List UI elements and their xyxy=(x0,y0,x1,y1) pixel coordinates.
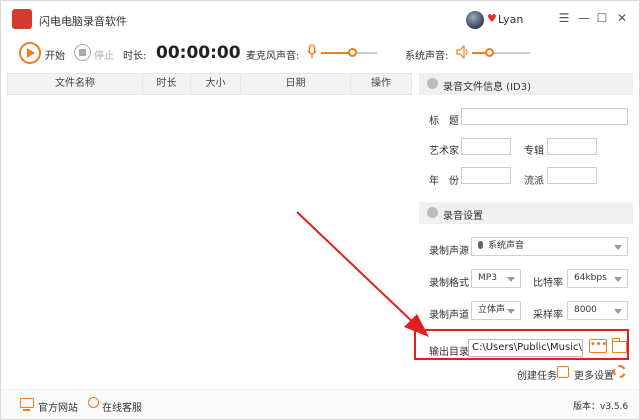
column-duration[interactable]: 时长 xyxy=(143,74,191,94)
gear-icon[interactable] xyxy=(613,365,626,378)
settings-section-header: 录音设置 xyxy=(419,202,633,224)
browse-button[interactable]: ••• xyxy=(589,339,607,353)
format-select[interactable]: MP3 xyxy=(471,269,521,288)
output-path-input[interactable]: C:\Users\Public\Music\闪电 xyxy=(468,339,583,357)
file-table-header: 文件名称 时长 大小 日期 操作 xyxy=(7,73,412,95)
settings-gear-icon xyxy=(427,207,438,218)
artist-input[interactable] xyxy=(461,138,511,155)
bitrate-label: 比特率 xyxy=(533,278,563,289)
chevron-down-icon xyxy=(614,309,622,314)
app-logo-icon xyxy=(12,9,32,29)
format-value: MP3 xyxy=(478,273,497,283)
close-button[interactable]: ✕ xyxy=(615,11,629,25)
heart-icon: ♥ xyxy=(487,12,497,25)
samplerate-label: 采样率 xyxy=(533,310,563,321)
source-value: 系统声音 xyxy=(488,241,525,251)
toolbar: 开始 停止 时长: 00:00:00 麦克风声音: 系统声音: xyxy=(1,37,639,71)
channel-value: 立体声 xyxy=(478,305,506,315)
minimize-button[interactable]: — xyxy=(577,11,591,25)
support-link[interactable]: 在线客服 xyxy=(102,399,142,414)
bitrate-select[interactable]: 64kbps xyxy=(567,269,628,288)
artist-label: 艺术家 xyxy=(429,146,459,157)
system-volume-slider-track[interactable] xyxy=(489,52,530,54)
start-button[interactable]: 开始 xyxy=(45,47,65,62)
chevron-down-icon xyxy=(507,309,515,314)
menu-icon[interactable]: ☰ xyxy=(557,11,571,25)
stop-icon[interactable] xyxy=(74,44,91,61)
samplerate-value: 8000 xyxy=(574,305,597,315)
microphone-icon xyxy=(478,241,483,249)
website-link[interactable]: 官方网站 xyxy=(38,399,78,414)
album-label: 专辑 xyxy=(524,146,544,157)
version-label: 版本：v3.5.6 xyxy=(573,402,629,412)
maximize-button[interactable]: ☐ xyxy=(595,11,609,25)
system-volume-slider-handle[interactable] xyxy=(485,48,494,57)
create-task-button[interactable]: 创建任务 xyxy=(517,367,557,382)
source-label: 录制声源 xyxy=(429,246,469,257)
more-settings-button[interactable]: 更多设置 xyxy=(574,367,614,382)
title-input[interactable] xyxy=(461,108,628,125)
stop-button[interactable]: 停止 xyxy=(94,47,114,62)
channel-select[interactable]: 立体声 xyxy=(471,301,521,320)
genre-input[interactable] xyxy=(547,167,597,184)
chevron-down-icon xyxy=(507,277,515,282)
duration-label: 时长: xyxy=(123,51,147,62)
monitor-icon xyxy=(20,398,34,411)
info-icon xyxy=(427,78,438,89)
bitrate-value: 64kbps xyxy=(574,273,607,283)
samplerate-select[interactable]: 8000 xyxy=(567,301,628,320)
chevron-down-icon xyxy=(614,245,622,250)
title-label: 标 题 xyxy=(429,116,459,127)
column-actions[interactable]: 操作 xyxy=(351,74,411,94)
timer-display: 00:00:00 xyxy=(156,43,241,63)
album-input[interactable] xyxy=(547,138,597,155)
speaker-icon xyxy=(456,45,468,59)
chevron-down-icon xyxy=(614,277,622,282)
folder-icon[interactable] xyxy=(612,338,627,353)
status-bar: 官方网站 在线客服 版本：v3.5.6 xyxy=(1,389,639,419)
title-bar: 闪电电脑录音软件 ♥ Lyan ☰ — ☐ ✕ xyxy=(1,1,639,37)
play-icon[interactable] xyxy=(19,42,41,64)
username[interactable]: Lyan xyxy=(498,13,523,26)
id3-section-header: 录音文件信息 (ID3) xyxy=(419,73,633,95)
year-label: 年 份 xyxy=(429,176,459,187)
channel-label: 录制声道 xyxy=(429,310,469,321)
task-icon[interactable] xyxy=(557,366,569,378)
mic-volume-label: 麦克风声音: xyxy=(246,51,300,62)
system-volume-label: 系统声音: xyxy=(405,51,449,62)
app-window: 闪电电脑录音软件 ♥ Lyan ☰ — ☐ ✕ 开始 停止 时长: 00:00:… xyxy=(0,0,640,420)
source-select[interactable]: 系统声音 xyxy=(471,237,628,256)
avatar[interactable] xyxy=(466,11,484,29)
year-input[interactable] xyxy=(461,167,511,184)
column-date[interactable]: 日期 xyxy=(241,74,351,94)
genre-label: 流派 xyxy=(524,176,544,187)
format-label: 录制格式 xyxy=(429,278,469,289)
output-label: 输出目录 xyxy=(429,347,469,358)
app-title: 闪电电脑录音软件 xyxy=(39,15,127,28)
settings-section-title: 录音设置 xyxy=(443,211,483,222)
id3-section-title: 录音文件信息 (ID3) xyxy=(443,82,531,93)
column-size[interactable]: 大小 xyxy=(191,74,241,94)
support-agent-icon xyxy=(88,397,99,408)
file-list[interactable] xyxy=(7,95,412,383)
mic-volume-slider-handle[interactable] xyxy=(348,48,357,57)
column-filename[interactable]: 文件名称 xyxy=(8,74,143,94)
microphone-icon xyxy=(307,44,317,59)
